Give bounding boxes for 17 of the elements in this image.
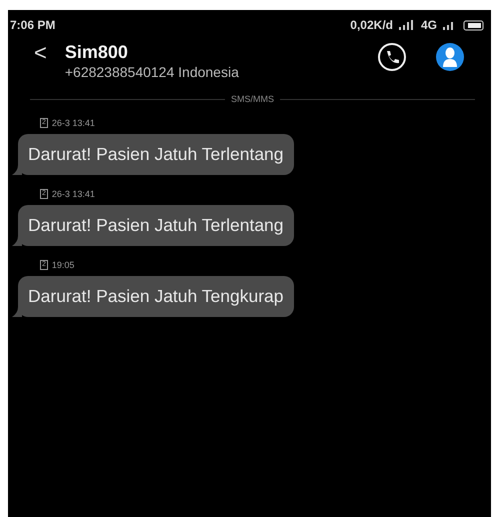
clock-time: 7:06 PM (10, 18, 56, 32)
contact-name: Sim800 (64, 42, 129, 63)
phone-number: +6282388540124 Indonesia (64, 64, 240, 80)
message-time: 19:05 (52, 260, 74, 270)
back-button[interactable]: < (34, 42, 47, 64)
bubble-tail (12, 165, 22, 175)
message-time: 26-3 13:41 (52, 189, 95, 199)
section-label: SMS/MMS (231, 94, 274, 104)
network-type: 4G (420, 18, 437, 32)
phone-icon[interactable] (377, 42, 407, 72)
contact-icon[interactable] (435, 42, 465, 72)
network-speed: 0,02K/d (350, 18, 393, 32)
battery-icon (463, 20, 485, 30)
message-time: 26-3 13:41 (52, 118, 95, 128)
signal-icon (398, 20, 415, 30)
bubble-tail (12, 307, 22, 317)
bubble-tail (12, 236, 22, 246)
